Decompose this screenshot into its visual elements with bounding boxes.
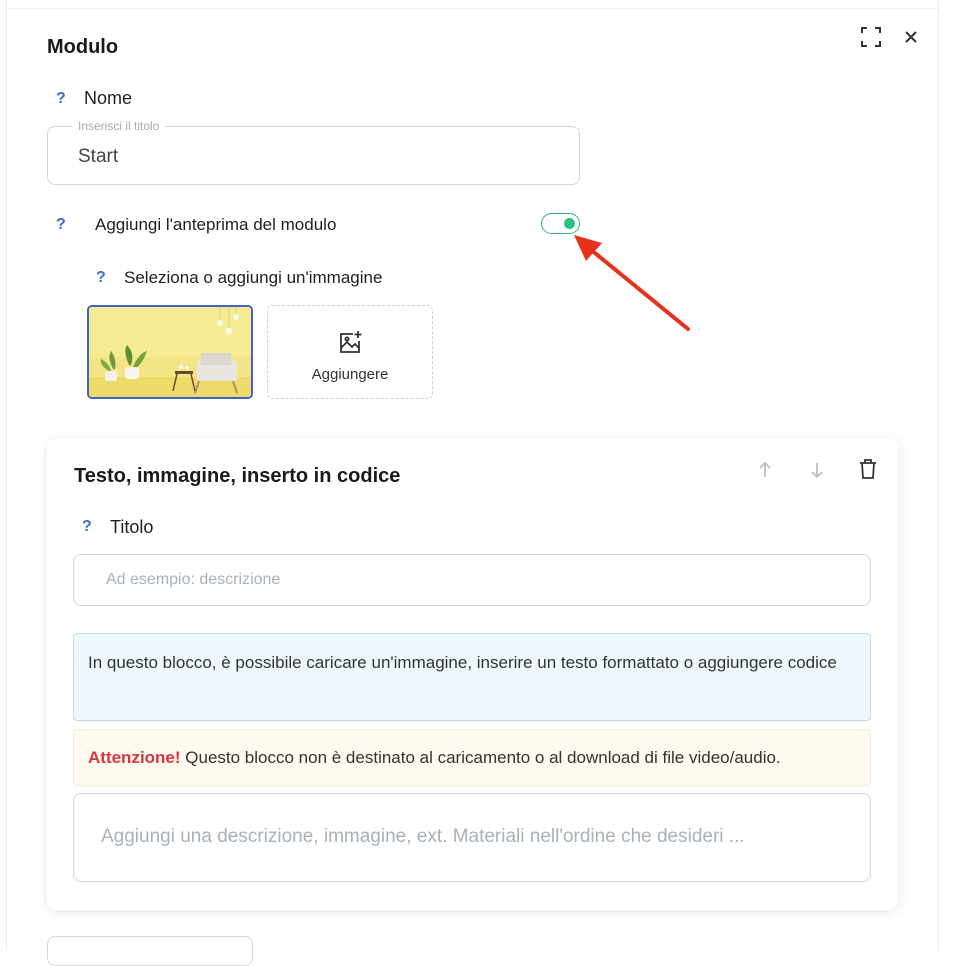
modal-left-edge bbox=[6, 0, 7, 950]
add-image-label: Aggiungere bbox=[311, 366, 389, 383]
fullscreen-icon[interactable] bbox=[858, 24, 884, 50]
editor-placeholder: Aggiungi una descrizione, immagine, ext.… bbox=[101, 826, 745, 847]
help-icon-title[interactable]: ? bbox=[82, 518, 92, 536]
name-label: Nome bbox=[84, 88, 133, 108]
name-field-value: Start bbox=[78, 146, 119, 167]
help-icon-preview[interactable]: ? bbox=[56, 216, 66, 234]
selected-image-thumbnail[interactable] bbox=[87, 305, 253, 399]
content-editor[interactable]: Aggiungi una descrizione, immagine, ext.… bbox=[73, 793, 871, 882]
block-title: Testo, immagine, inserto in codice bbox=[74, 465, 401, 487]
image-label: Seleziona o aggiungi un'immagine bbox=[124, 268, 383, 287]
warning-box: Attenzione! Questo blocco non è destinat… bbox=[73, 729, 871, 786]
modal-right-edge bbox=[938, 0, 939, 950]
modal-top-edge bbox=[6, 8, 938, 9]
move-down-icon[interactable] bbox=[805, 458, 829, 482]
trash-icon[interactable] bbox=[856, 456, 880, 482]
annotation-arrow bbox=[574, 235, 690, 331]
move-up-icon[interactable] bbox=[753, 458, 777, 482]
add-image-button[interactable]: Aggiungere bbox=[267, 305, 433, 399]
block-title-input[interactable]: Ad esempio: descrizione bbox=[73, 554, 871, 606]
warning-title: Attenzione! bbox=[88, 748, 181, 767]
name-field-legend: Inserisci il titolo bbox=[72, 119, 166, 133]
help-icon-image[interactable]: ? bbox=[96, 269, 106, 287]
name-field[interactable]: Inserisci il titolo Start bbox=[47, 119, 580, 185]
modal-title: Modulo bbox=[47, 36, 119, 58]
info-box: In questo blocco, è possibile caricare u… bbox=[73, 633, 871, 721]
next-control[interactable] bbox=[47, 936, 253, 966]
warning-text: Questo blocco non è destinato al caricam… bbox=[180, 748, 781, 767]
preview-label: Aggiungi l'anteprima del modulo bbox=[95, 215, 337, 234]
title-label: Titolo bbox=[110, 517, 154, 537]
block-title-placeholder: Ad esempio: descrizione bbox=[106, 571, 281, 588]
content-block-card: Testo, immagine, inserto in codice ? Tit… bbox=[47, 438, 898, 910]
help-icon-name[interactable]: ? bbox=[56, 90, 66, 108]
close-icon[interactable] bbox=[900, 26, 922, 48]
add-image-icon bbox=[337, 330, 363, 361]
